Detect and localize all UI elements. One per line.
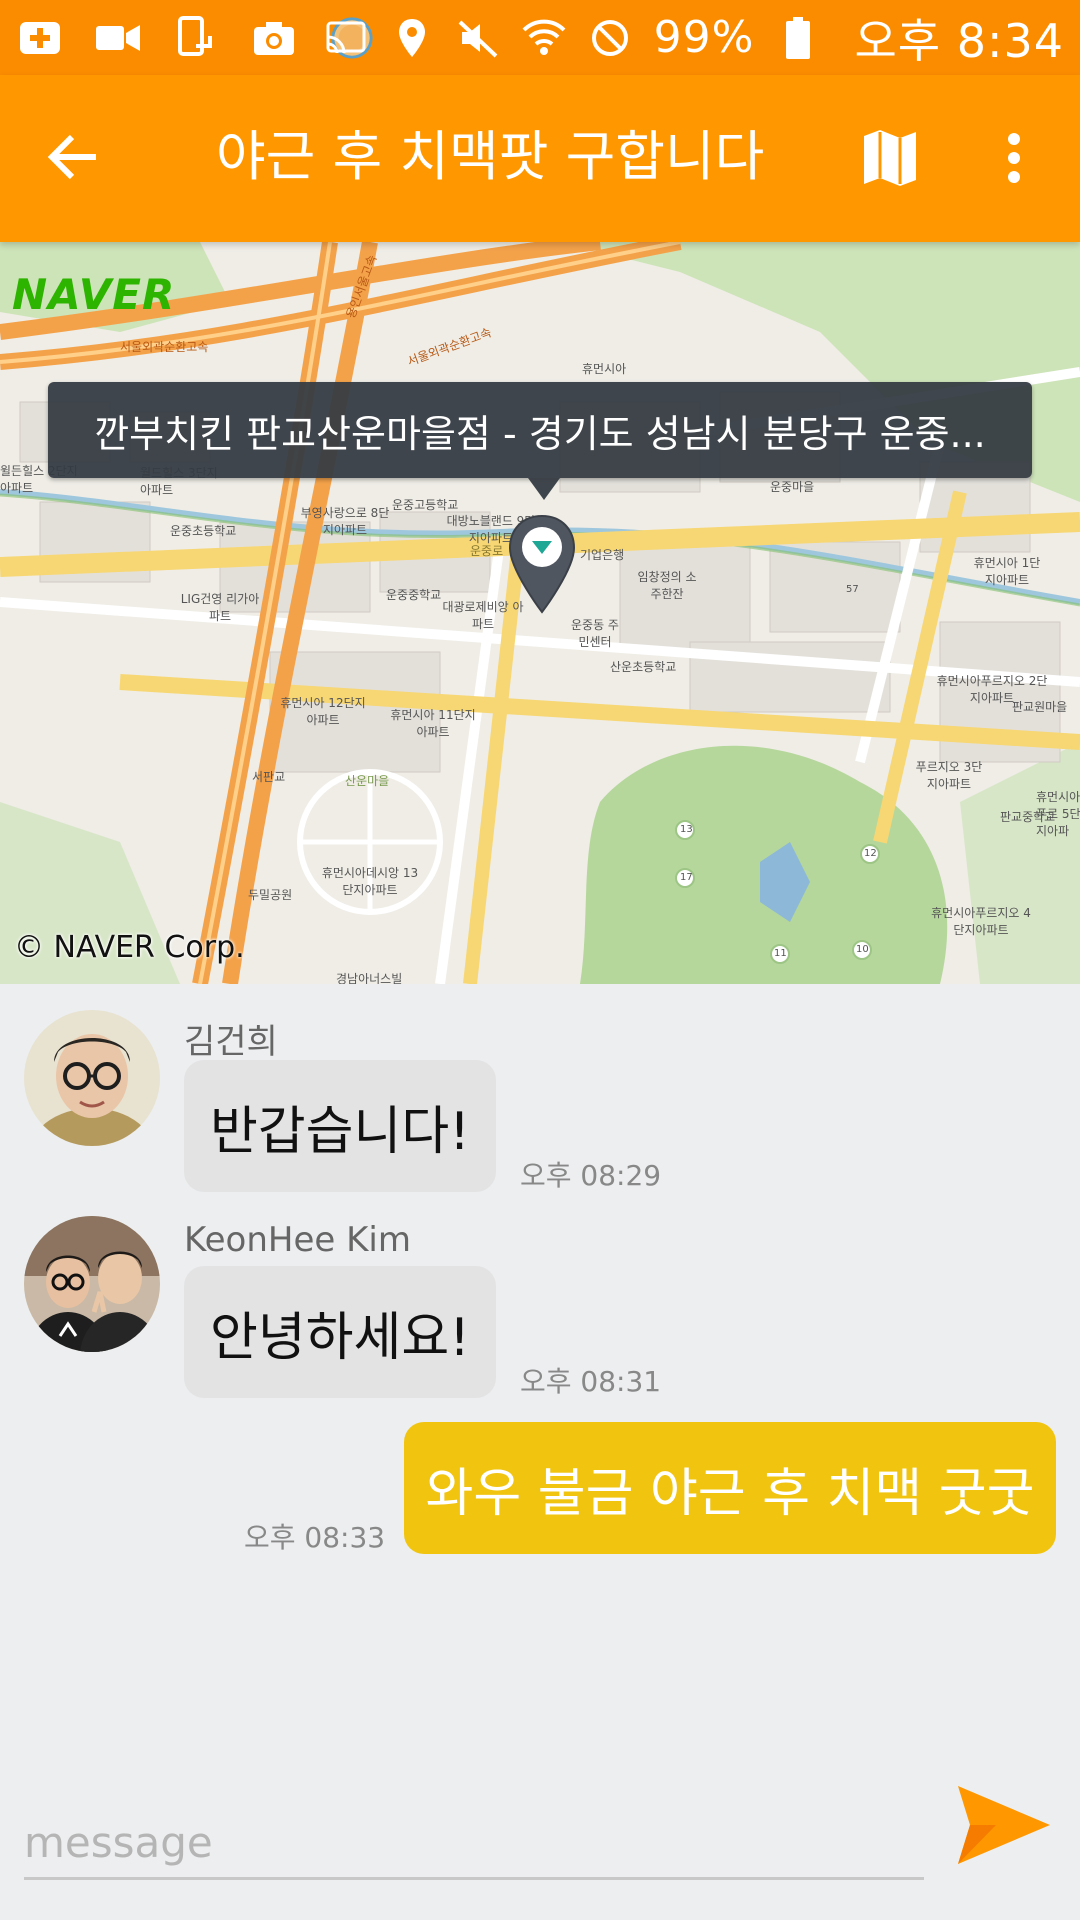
- map-label: 10: [856, 944, 869, 955]
- map-label: 휴먼시아 12단지아파트: [280, 696, 366, 727]
- sender-name: 김건희: [184, 1022, 278, 1062]
- my-message-bubble[interactable]: 와우 불금 야근 후 치맥 굿굿: [404, 1422, 1056, 1554]
- map-button[interactable]: [858, 125, 922, 195]
- status-bar: 99% 오후 8:34: [0, 0, 1080, 75]
- sender-name: KeonHee Kim: [184, 1220, 411, 1260]
- map-label: 두밀공원: [248, 888, 293, 902]
- place-tooltip[interactable]: 깐부치킨 판교산운마을점 - 경기도 성남시 분당구 운중...: [48, 382, 1032, 478]
- map-label: 경남아너스빌: [336, 972, 403, 984]
- send-icon: [956, 1784, 1052, 1870]
- map-label: 산운초등학교: [610, 660, 677, 674]
- battery-icon: [776, 16, 820, 60]
- chat-room-title: 야근 후 치맥팟 구합니다: [216, 125, 765, 188]
- app-bar: 야근 후 치맥팟 구합니다: [0, 75, 1080, 242]
- map-label: 휴먼시아 1단지아파트: [973, 556, 1041, 587]
- video-icon: [96, 16, 140, 60]
- map-label: LIG건영 리가아파트: [180, 592, 260, 623]
- map-label: 17: [680, 872, 693, 883]
- block-icon: [588, 16, 632, 60]
- add-icon: [18, 16, 62, 60]
- avatar[interactable]: [24, 1216, 160, 1352]
- map-label: 57: [846, 584, 859, 595]
- message-input[interactable]: [24, 1808, 924, 1880]
- location-icon: [390, 16, 434, 60]
- map-label: 운중마을: [770, 480, 815, 494]
- map-label: 푸르지오 3단지아파트: [915, 760, 983, 791]
- map-label: 판교원마을: [1012, 700, 1068, 714]
- map-label: 산운마을: [345, 774, 390, 788]
- wifi-icon: [522, 16, 566, 60]
- map-label: 운중고등학교: [392, 498, 459, 512]
- back-button[interactable]: [40, 127, 104, 191]
- map-label: 12: [864, 848, 877, 859]
- message-time: 오후 08:33: [244, 1521, 386, 1554]
- avatar[interactable]: [24, 1010, 160, 1146]
- status-clock: 오후 8:34: [854, 13, 1064, 68]
- message-bubble[interactable]: 반갑습니다!: [184, 1060, 496, 1192]
- more-options-button[interactable]: [990, 125, 1038, 195]
- map-label: 휴먼시아 11단지아파트: [390, 708, 476, 739]
- map-label: 운중동 주민센터: [571, 618, 619, 649]
- map-copyright: © NAVER Corp.: [14, 930, 245, 965]
- more-vert-icon: [1006, 132, 1022, 188]
- camera-icon: [252, 16, 296, 60]
- map-label: 13: [680, 824, 693, 835]
- arrow-back-icon: [46, 133, 98, 185]
- map-label: 운중로: [470, 544, 504, 558]
- map-label: 운중초등학교: [170, 524, 237, 538]
- message-bubble[interactable]: 안녕하세요!: [184, 1266, 496, 1398]
- map-label: 서울외곽순환고속: [120, 340, 209, 354]
- message-input-row: [0, 1764, 1080, 1920]
- battery-percent: 99%: [653, 12, 755, 63]
- map-label: 휴먼시아: [582, 362, 627, 376]
- map-label: 11: [774, 948, 787, 959]
- map-icon: [864, 130, 916, 190]
- map-label: 휴먼시아데시앙 13단지아파트: [321, 866, 419, 897]
- screen-share-icon: [174, 15, 218, 60]
- location-map[interactable]: 서울외곽순환고속 서울외곽순환고속 용인서울고속 휴먼시아 윌든힐스 2단지아파…: [0, 242, 1080, 984]
- map-pin-icon[interactable]: [508, 514, 576, 614]
- map-label: 임창정의 소주한잔: [637, 570, 697, 601]
- map-label: 기업은행: [580, 548, 625, 562]
- send-button[interactable]: [954, 1784, 1054, 1870]
- tooltip-arrow: [528, 478, 560, 500]
- map-label: 휴먼시아푸르지오 4단지아파트: [931, 906, 1031, 937]
- map-label: 판교중학교: [1000, 810, 1056, 824]
- chat-messages[interactable]: 김건희 반갑습니다! 오후 08:29 KeonHee Kim 안녕하세요! 오…: [0, 984, 1080, 1764]
- map-label: 서판교: [252, 770, 286, 784]
- message-time: 오후 08:31: [520, 1365, 662, 1398]
- message-time: 오후 08:29: [520, 1159, 662, 1192]
- naver-logo: NAVER: [12, 270, 176, 319]
- cast-icon: [324, 16, 368, 60]
- map-label: 운중중학교: [386, 588, 442, 602]
- mute-icon: [456, 16, 500, 60]
- map-label: 부영사랑으로 8단지아파트: [300, 506, 390, 537]
